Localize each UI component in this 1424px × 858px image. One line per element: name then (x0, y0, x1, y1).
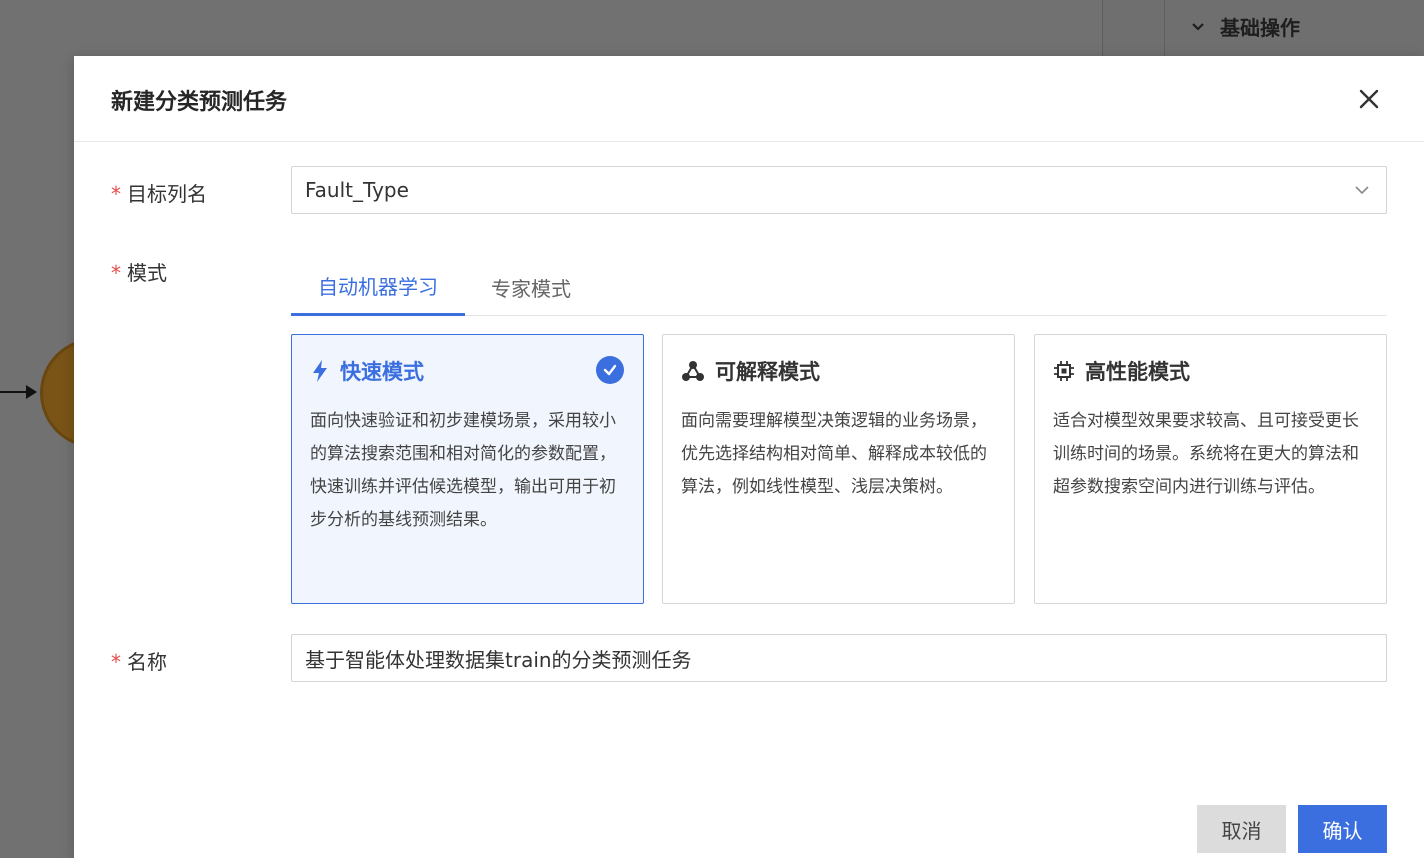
mode-tabs: 自动机器学习 专家模式 (291, 258, 1387, 316)
create-task-dialog: 新建分类预测任务 * 目标列名 Fault_Type * 模式 自动机器学习 专家模… (74, 56, 1424, 858)
card-high-performance-mode[interactable]: 高性能模式 适合对模型效果要求较高、且可接受更长训练时间的场景。系统将在更大的算… (1034, 334, 1387, 604)
target-column-value: Fault_Type (305, 178, 409, 202)
required-mark: * (111, 182, 121, 206)
card-title: 可解释模式 (715, 360, 820, 384)
close-icon (1359, 89, 1379, 109)
name-label: * 名称 (111, 650, 167, 674)
flow-arrow-head-icon (26, 385, 37, 399)
section-basic-ops: 基础操作 (1190, 12, 1300, 41)
mode-cards: 快速模式 面向快速验证和初步建模场景，采用较小的算法搜索范围和相对简化的参数配置… (291, 334, 1387, 604)
required-mark: * (111, 261, 121, 285)
selected-check-icon (596, 356, 624, 384)
confirm-button[interactable]: 确认 (1298, 805, 1387, 853)
mode-label: * 模式 (111, 261, 167, 285)
chevron-down-icon (1192, 22, 1204, 31)
chevron-down-icon (1355, 186, 1369, 195)
name-input[interactable] (291, 634, 1387, 682)
card-title: 快速模式 (340, 360, 424, 384)
close-button[interactable] (1358, 88, 1380, 110)
section-label: 基础操作 (1220, 16, 1300, 40)
card-header: 高性能模式 (1053, 355, 1368, 387)
card-description: 面向需要理解模型决策逻辑的业务场景，优先选择结构相对简单、解释成本较低的算法，例… (681, 411, 987, 497)
lightning-icon (313, 360, 327, 382)
tab-automl[interactable]: 自动机器学习 (291, 258, 465, 316)
network-icon (682, 361, 704, 381)
card-description: 适合对模型效果要求较高、且可接受更长训练时间的场景。系统将在更大的算法和超参数搜… (1053, 411, 1359, 497)
tab-expert[interactable]: 专家模式 (473, 258, 589, 316)
target-column-select[interactable]: Fault_Type (291, 166, 1387, 214)
target-column-label: * 目标列名 (111, 182, 207, 206)
cancel-button[interactable]: 取消 (1197, 805, 1286, 853)
chip-icon (1054, 361, 1074, 381)
card-title: 高性能模式 (1085, 360, 1190, 384)
card-description: 面向快速验证和初步建模场景，采用较小的算法搜索范围和相对简化的参数配置，快速训练… (310, 411, 616, 530)
dialog-header: 新建分类预测任务 (74, 56, 1424, 142)
card-header: 可解释模式 (681, 355, 996, 387)
card-fast-mode[interactable]: 快速模式 面向快速验证和初步建模场景，采用较小的算法搜索范围和相对简化的参数配置… (291, 334, 644, 604)
dialog-title: 新建分类预测任务 (111, 90, 288, 115)
required-mark: * (111, 650, 121, 674)
card-header: 快速模式 (310, 355, 625, 387)
card-interpretable-mode[interactable]: 可解释模式 面向需要理解模型决策逻辑的业务场景，优先选择结构相对简单、解释成本较… (662, 334, 1015, 604)
